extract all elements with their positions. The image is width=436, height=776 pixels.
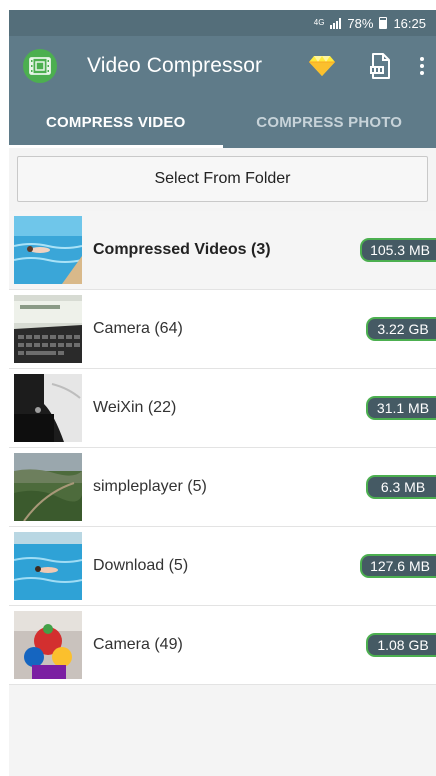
app-bar: Video Compressor bbox=[9, 36, 436, 96]
battery-icon bbox=[379, 17, 388, 29]
thumbnail-aerial-landscape bbox=[14, 453, 82, 521]
folder-name: Compressed Videos (3) bbox=[93, 241, 271, 258]
select-from-folder-button[interactable]: Select From Folder bbox=[17, 156, 428, 202]
list-item[interactable]: WeiXin (22) 31.1 MB bbox=[9, 369, 436, 448]
folder-name: Download (5) bbox=[93, 557, 189, 574]
size-badge: 31.1 MB bbox=[366, 396, 436, 420]
thumbnail-laptop-keyboard bbox=[14, 295, 82, 363]
size-badge: 3.22 GB bbox=[366, 317, 436, 341]
list-item[interactable]: Camera (49) 1.08 GB bbox=[9, 606, 436, 685]
size-badge: 105.3 MB bbox=[360, 238, 436, 262]
app-screen: 4G 78% 16:25 Video Compressor COMPRESS V… bbox=[9, 10, 436, 776]
tab-indicator bbox=[9, 145, 223, 148]
zip-file-icon[interactable] bbox=[360, 36, 400, 96]
premium-gem-icon[interactable] bbox=[292, 36, 352, 96]
thumbnail-car bbox=[14, 374, 82, 442]
content-area: Select From Folder Compressed Videos (3) bbox=[9, 148, 436, 685]
signal-icon bbox=[330, 17, 342, 29]
more-vert-icon[interactable] bbox=[408, 36, 436, 96]
app-title: Video Compressor bbox=[87, 54, 263, 77]
folder-name: simpleplayer (5) bbox=[93, 478, 207, 495]
list-item[interactable]: simpleplayer (5) 6.3 MB bbox=[9, 448, 436, 527]
folder-name: Camera (64) bbox=[93, 320, 183, 337]
app-logo-icon bbox=[23, 49, 57, 83]
thumbnail-kiddie-ride bbox=[14, 611, 82, 679]
folder-list: Compressed Videos (3) 105.3 MB Camera (6… bbox=[9, 211, 436, 685]
folder-name: Camera (49) bbox=[93, 636, 183, 653]
thumbnail-swimming-pool bbox=[14, 532, 82, 600]
list-item[interactable]: Compressed Videos (3) 105.3 MB bbox=[9, 211, 436, 290]
folder-name: WeiXin (22) bbox=[93, 399, 177, 416]
clock: 16:25 bbox=[393, 15, 426, 31]
battery-percent: 78% bbox=[347, 15, 374, 31]
network-type: 4G bbox=[313, 18, 325, 27]
tab-compress-video[interactable]: COMPRESS VIDEO bbox=[9, 96, 223, 148]
size-badge: 1.08 GB bbox=[366, 633, 436, 657]
tab-bar: COMPRESS VIDEO COMPRESS PHOTO bbox=[9, 96, 436, 148]
list-item[interactable]: Download (5) 127.6 MB bbox=[9, 527, 436, 606]
thumbnail-swimming-pool bbox=[14, 216, 82, 284]
tab-compress-photo[interactable]: COMPRESS PHOTO bbox=[223, 96, 436, 148]
size-badge: 127.6 MB bbox=[360, 554, 436, 578]
status-bar: 4G 78% 16:25 bbox=[9, 10, 436, 36]
list-item[interactable]: Camera (64) 3.22 GB bbox=[9, 290, 436, 369]
size-badge: 6.3 MB bbox=[366, 475, 436, 499]
